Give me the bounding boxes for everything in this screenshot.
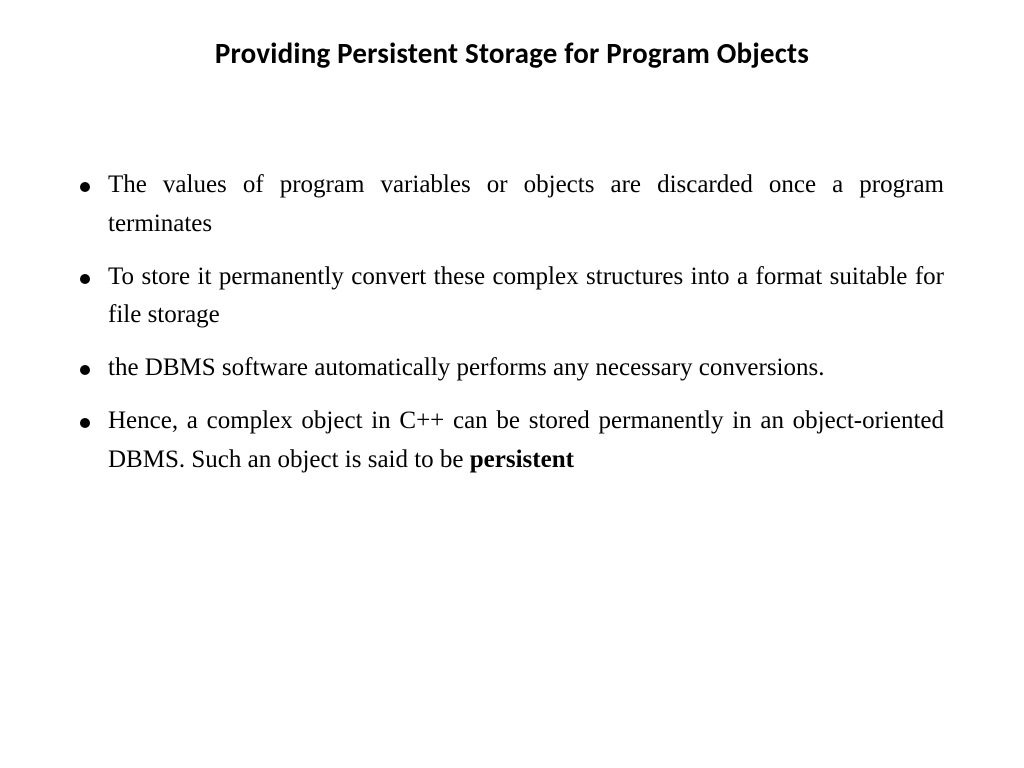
list-item: The values of program variables or objec… xyxy=(80,166,944,244)
bullet-text: The values of program variables or objec… xyxy=(108,166,944,244)
bullet-text-bold: persistent xyxy=(470,446,574,473)
list-item: To store it permanently convert these co… xyxy=(80,258,944,336)
slide-title: Providing Persistent Storage for Program… xyxy=(70,35,954,71)
bullet-icon xyxy=(80,418,90,428)
list-item: Hence, a complex object in C++ can be st… xyxy=(80,402,944,480)
list-item: the DBMS software automatically performs… xyxy=(80,349,944,388)
bullet-text: the DBMS software automatically performs… xyxy=(108,349,944,388)
bullet-text: Hence, a complex object in C++ can be st… xyxy=(108,402,944,480)
bullet-text: To store it permanently convert these co… xyxy=(108,258,944,336)
bullet-icon xyxy=(80,182,90,192)
bullet-icon xyxy=(80,274,90,284)
bullet-icon xyxy=(80,365,90,375)
content-area: The values of program variables or objec… xyxy=(70,166,954,479)
